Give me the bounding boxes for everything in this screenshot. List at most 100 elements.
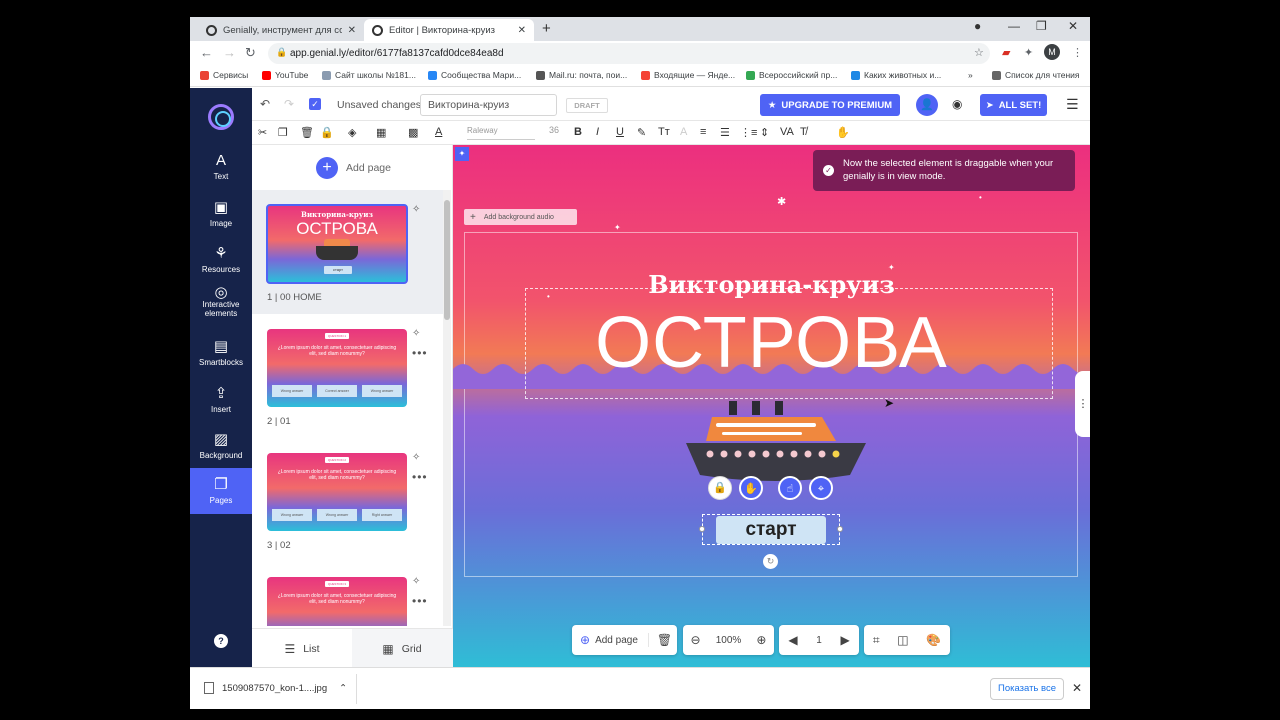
text-effect-icon[interactable]: A — [680, 126, 687, 138]
profile-avatar[interactable]: M — [1044, 44, 1060, 60]
split-view-icon[interactable]: ◫ — [897, 633, 908, 647]
nav-resources[interactable]: ⚘ Resources — [190, 244, 252, 274]
url-input[interactable]: 🔒 app.genial.ly/editor/6177fa8137cafd0dc… — [268, 43, 990, 64]
bookmark-item[interactable]: Входящие — Янде... — [641, 70, 735, 80]
pdf-extension-icon[interactable]: ▰ — [1002, 46, 1010, 59]
bold-icon[interactable]: B — [574, 126, 582, 138]
help-icon[interactable]: ? — [214, 634, 228, 648]
nav-background[interactable]: ▨ Background — [190, 430, 252, 460]
genially-logo-icon[interactable] — [208, 104, 234, 130]
nav-interactive-elements[interactable]: ◎ Interactive elements — [190, 285, 252, 318]
nav-smartblocks[interactable]: ▤ Smartblocks — [190, 337, 252, 367]
add-page-button[interactable]: + — [316, 157, 338, 179]
page-thumb-2[interactable]: QUESTION 1 ¿Lorem ipsum dolor sit amet, … — [252, 314, 445, 438]
hamburger-menu-icon[interactable]: ☰ — [1066, 96, 1079, 113]
delete-icon[interactable]: 🗑 — [300, 126, 314, 139]
side-panel-handle[interactable]: ⋮ — [1075, 371, 1090, 437]
cut-icon[interactable]: ✂ — [258, 126, 267, 139]
page-thumb-4[interactable]: QUESTION 3 ¿Lorem ipsum dolor sit amet, … — [252, 562, 445, 626]
bottom-add-page[interactable]: ⊕ Add page 🗑 — [572, 625, 677, 655]
tab-editor[interactable]: Editor | Викторина-круиз ✕ — [364, 19, 534, 41]
star-icon[interactable]: ☆ — [974, 46, 984, 59]
interactivity-icon[interactable]: ☝ — [778, 476, 802, 500]
magic-wand-icon[interactable]: ✧ — [412, 328, 420, 339]
highlight-icon[interactable]: ✎ — [637, 126, 646, 139]
new-tab-icon[interactable]: + — [542, 20, 551, 37]
nav-image[interactable]: ▣ Image — [190, 198, 252, 228]
copy-icon[interactable]: ❐ — [278, 126, 288, 139]
line-height-icon[interactable]: ⇕ — [760, 126, 769, 139]
show-all-button[interactable]: Показать все — [990, 678, 1064, 700]
back-icon[interactable]: ← — [200, 45, 213, 60]
delete-page-icon[interactable]: 🗑 — [647, 633, 672, 647]
quiz-title[interactable]: ОСТРОВА — [453, 302, 1090, 384]
italic-icon[interactable]: I — [596, 126, 599, 138]
underline-icon[interactable]: U — [616, 126, 624, 138]
font-select[interactable]: Raleway — [467, 126, 535, 140]
letter-spacing-icon[interactable]: VA — [780, 126, 794, 138]
zoom-out-icon[interactable]: ⊖ — [691, 633, 701, 647]
drag-hand-icon[interactable]: ✋ — [739, 476, 763, 500]
layers-icon[interactable]: ◈ — [348, 126, 356, 139]
font-size-input[interactable]: 36 — [549, 125, 565, 135]
reload-icon[interactable]: ↻ — [245, 45, 256, 61]
add-page-label[interactable]: Add page — [346, 162, 391, 174]
autosave-checkbox[interactable]: ✓ — [309, 98, 321, 110]
chevron-up-icon[interactable]: ⌃ — [339, 683, 347, 694]
bookmark-item[interactable]: Всероссийский пр... — [746, 70, 837, 80]
add-background-audio-button[interactable]: + Add background audio — [464, 209, 577, 225]
magic-wand-icon[interactable]: ✧ — [412, 452, 420, 463]
zoom-in-icon[interactable]: ⊕ — [756, 633, 766, 647]
page-thumb-1[interactable]: Викторина-круиз ОСТРОВА старт ✧ 1 | 00 H… — [252, 190, 445, 314]
nav-pages[interactable]: ❐ Pages — [190, 468, 252, 514]
more-bookmarks[interactable]: » — [968, 70, 973, 80]
bookmark-item[interactable]: Сообщества Мари... — [428, 70, 521, 80]
lock-icon[interactable]: 🔒 — [320, 126, 334, 139]
magic-wand-icon[interactable]: ✧ — [412, 204, 420, 215]
clear-format-icon[interactable]: T̸ — [800, 126, 807, 138]
close-icon[interactable]: ✕ — [348, 25, 356, 36]
tab-grid[interactable]: ▦ Grid — [352, 629, 452, 668]
forward-icon[interactable]: → — [223, 45, 236, 60]
download-item[interactable]: 1509087570_kon-1....jpg ⌃ — [204, 682, 347, 694]
magic-wand-icon[interactable]: ✧ — [412, 576, 420, 587]
drag-hand-icon[interactable]: ✋ — [836, 126, 850, 139]
reading-list[interactable]: Список для чтения — [992, 70, 1080, 80]
bookmark-item[interactable]: Сайт школы №181... — [322, 70, 416, 80]
pointer-icon[interactable]: ⌖ — [809, 476, 833, 500]
bookmark-item[interactable]: Сервисы — [200, 70, 248, 80]
page-list-scrollbar[interactable] — [443, 190, 451, 626]
align-icon[interactable]: ▦ — [376, 126, 386, 139]
tab-search-icon[interactable]: ● — [974, 19, 981, 33]
page-thumb-3[interactable]: QUESTION 2 ¿Lorem ipsum dolor sit amet, … — [252, 438, 445, 562]
text-color-icon[interactable]: A — [435, 126, 442, 138]
numbered-list-icon[interactable]: ⋮≡ — [740, 126, 757, 139]
quiz-subtitle[interactable]: Викторина-круиз — [453, 270, 1090, 299]
all-set-button[interactable]: ➤ ALL SET! — [980, 94, 1047, 116]
lock-element-icon[interactable]: 🔒 — [708, 476, 732, 500]
minimize-icon[interactable]: — — [1008, 19, 1020, 33]
more-options-icon[interactable]: ••• — [412, 346, 428, 360]
bookmark-item[interactable]: Mail.ru: почта, пои... — [536, 70, 627, 80]
bookmark-item[interactable]: Каких животных и... — [851, 70, 941, 80]
undo-icon[interactable]: ↶ — [260, 97, 270, 111]
chrome-menu-icon[interactable]: ⋮ — [1072, 46, 1083, 59]
extensions-icon[interactable]: ✦ — [1024, 46, 1033, 59]
text-size-icon[interactable]: Tт — [658, 126, 670, 138]
resize-handle[interactable] — [699, 526, 705, 532]
rotate-icon[interactable]: ↻ — [763, 554, 778, 569]
bookmark-item[interactable]: YouTube — [262, 70, 308, 80]
prev-page-icon[interactable]: ◀ — [788, 633, 797, 647]
share-user-icon[interactable]: 👤 — [916, 94, 938, 116]
nav-insert[interactable]: ⇪ Insert — [190, 384, 252, 414]
project-title-input[interactable]: Викторина-круиз — [420, 94, 557, 116]
more-options-icon[interactable]: ••• — [412, 470, 428, 484]
resize-handle[interactable] — [837, 526, 843, 532]
restore-icon[interactable]: ❐ — [1036, 19, 1047, 33]
redo-icon[interactable]: ↷ — [284, 97, 294, 111]
next-page-icon[interactable]: ▶ — [840, 633, 849, 647]
scrollbar-thumb[interactable] — [444, 200, 450, 320]
transparency-icon[interactable]: ▩ — [408, 126, 418, 139]
close-icon[interactable]: ✕ — [518, 25, 526, 36]
palette-icon[interactable]: 🎨 — [926, 633, 941, 647]
